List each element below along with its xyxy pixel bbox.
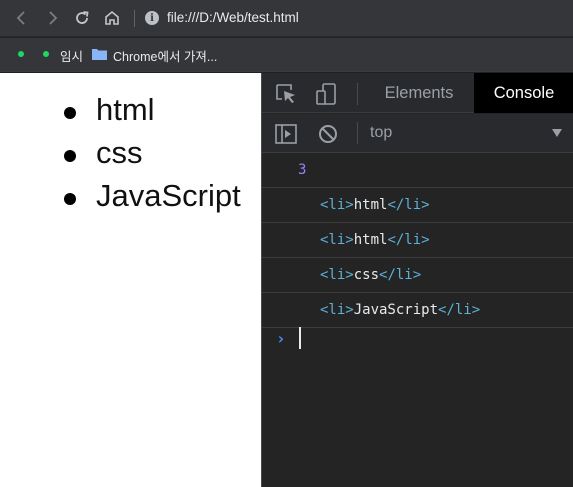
- sidebar-toggle-icon[interactable]: [275, 123, 299, 145]
- device-toolbar-icon[interactable]: [315, 83, 339, 105]
- list-item: css: [0, 135, 261, 178]
- element-node[interactable]: <li>JavaScript</li>: [320, 302, 480, 318]
- context-selector[interactable]: top: [370, 124, 392, 142]
- devtools-tabbar: Elements Console: [262, 73, 573, 113]
- forward-icon[interactable]: [42, 8, 62, 28]
- list-item: JavaScript: [0, 178, 261, 221]
- tab-separator: [357, 83, 358, 105]
- console-prompt-icon: ›: [276, 329, 286, 348]
- bookmark-imported[interactable]: Chrome에서 가져...: [113, 46, 217, 65]
- console-number-value: 3: [298, 162, 307, 178]
- bullet-icon: [64, 107, 76, 119]
- devtools-panel: Elements Console top 3 <li>html</li> <li…: [261, 73, 573, 487]
- list-item-text: css: [96, 135, 143, 170]
- back-icon[interactable]: [12, 8, 32, 28]
- address-bar: i file:///D:/Web/test.html: [0, 0, 573, 37]
- element-node[interactable]: <li>css</li>: [320, 267, 421, 283]
- page-content: html css JavaScript: [0, 73, 261, 487]
- status-dot-icon: [18, 51, 24, 57]
- element-node[interactable]: <li>html</li>: [320, 197, 430, 213]
- bookmark-dot-icon: [43, 51, 49, 57]
- list-item-text: JavaScript: [96, 178, 241, 213]
- console-input[interactable]: [299, 327, 301, 349]
- console-row-result: 3: [262, 153, 573, 188]
- chevron-down-icon[interactable]: [552, 129, 562, 137]
- bullet-icon: [64, 150, 76, 162]
- bullet-icon: [64, 193, 76, 205]
- console-row[interactable]: <li>html</li>: [262, 223, 573, 258]
- console-toolbar: top: [262, 114, 573, 153]
- reload-icon[interactable]: [72, 8, 92, 28]
- folder-icon: [92, 49, 107, 60]
- tab-elements[interactable]: Elements: [372, 73, 466, 113]
- bookmark-temp[interactable]: 임시: [60, 46, 83, 65]
- home-icon[interactable]: [102, 8, 122, 28]
- clear-console-icon[interactable]: [317, 123, 341, 145]
- toolbar-separator: [134, 10, 135, 27]
- inspect-element-icon[interactable]: [275, 83, 299, 105]
- url-field[interactable]: file:///D:/Web/test.html: [167, 10, 299, 25]
- console-row[interactable]: <li>html</li>: [262, 188, 573, 223]
- element-node[interactable]: <li>html</li>: [320, 232, 430, 248]
- console-row[interactable]: <li>css</li>: [262, 258, 573, 293]
- console-row[interactable]: <li>JavaScript</li>: [262, 293, 573, 328]
- toolbar-divider: [357, 122, 358, 144]
- bookmarks-bar: 임시 Chrome에서 가져...: [0, 38, 573, 72]
- item-list: html css JavaScript: [0, 73, 261, 221]
- tab-console[interactable]: Console: [474, 73, 573, 113]
- console-output: 3 <li>html</li> <li>html</li> <li>css</l…: [262, 153, 573, 487]
- list-item: html: [0, 92, 261, 135]
- info-icon[interactable]: i: [145, 11, 159, 25]
- list-item-text: html: [96, 92, 155, 127]
